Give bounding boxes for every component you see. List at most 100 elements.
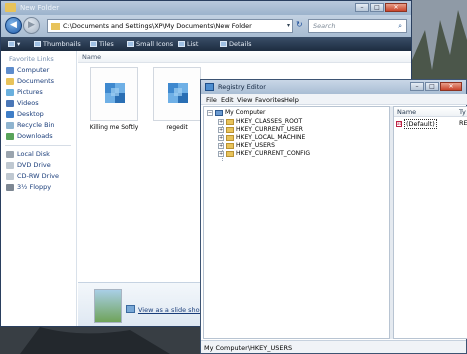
expand-icon[interactable]: + [218, 142, 224, 149]
registry-file-icon [105, 83, 125, 103]
nav-item-dvd-drive[interactable]: DVD Drive [6, 161, 51, 169]
column-header-name[interactable]: Name [397, 108, 416, 116]
forward-button[interactable]: ▶ [23, 17, 40, 34]
maximize-button[interactable]: □ [425, 82, 439, 91]
string-value-icon: ab [396, 121, 402, 127]
minimize-button[interactable]: – [355, 3, 369, 12]
nav-item-label: Downloads [17, 132, 53, 140]
command-toolbar: ▾ Thumbnails Tiles Small Icons List Deta… [1, 37, 411, 51]
maximize-button[interactable]: □ [370, 3, 384, 12]
file-item[interactable]: Killing me Softly [82, 67, 146, 137]
address-text: C:\Documents and Settings\XP\My Document… [63, 22, 252, 30]
details-icon [220, 41, 227, 47]
menu-edit[interactable]: Edit [221, 96, 234, 104]
thumbnails-button[interactable]: Thumbnails [34, 40, 81, 48]
search-input[interactable]: Search ⌕ [308, 19, 407, 33]
small-icons-label: Small Icons [136, 40, 174, 48]
small-icons-button[interactable]: Small Icons [127, 40, 173, 48]
search-icon[interactable]: ⌕ [398, 22, 402, 31]
expand-icon[interactable]: + [218, 118, 224, 125]
close-button[interactable]: ✕ [385, 3, 407, 12]
expand-icon[interactable]: + [218, 126, 224, 133]
tree-node-hkcr[interactable]: + HKEY_CLASSES_ROOT [218, 118, 302, 125]
tree-node-label: HKEY_LOCAL_MACHINE [236, 134, 306, 141]
status-path: My Computer\HKEY_USERS [204, 344, 293, 352]
expand-icon[interactable]: + [218, 150, 224, 157]
address-bar-row: ◀ ▶ C:\Documents and Settings\XP\My Docu… [1, 15, 411, 37]
tree-node-my-computer[interactable]: − My Computer [207, 109, 265, 116]
expand-icon[interactable]: + [218, 134, 224, 141]
menu-help[interactable]: Help [284, 96, 299, 104]
chevron-down-icon[interactable]: ▾ [287, 22, 290, 29]
folder-icon [226, 126, 234, 133]
slideshow-link[interactable]: View as a slide show [138, 306, 205, 314]
list-button[interactable]: List [178, 40, 198, 48]
nav-item-label: DVD Drive [17, 161, 51, 169]
close-button[interactable]: ✕ [440, 82, 462, 91]
details-label: Details [229, 40, 252, 48]
organize-icon [8, 41, 15, 47]
nav-item-label: Documents [17, 77, 55, 85]
regedit-icon [168, 83, 188, 103]
tiles-button[interactable]: Tiles [90, 40, 114, 48]
nav-divider [5, 145, 71, 146]
column-header-name[interactable]: Name [82, 53, 101, 61]
tree-node-label: HKEY_USERS [236, 142, 275, 149]
column-header-type[interactable]: Ty [459, 108, 466, 116]
navigation-pane: Favorite Links Computer Documents Pictur… [1, 51, 77, 326]
minimize-button[interactable]: – [410, 82, 424, 91]
folder-icon [5, 3, 16, 12]
values-header: Name Ty [394, 107, 467, 117]
nav-item-videos[interactable]: Videos [6, 99, 39, 107]
menu-view[interactable]: View [237, 96, 252, 104]
nav-item-computer[interactable]: Computer [6, 66, 49, 74]
videos-icon [6, 99, 14, 107]
nav-item-desktop[interactable]: Desktop [6, 110, 44, 118]
folder-icon [226, 134, 234, 141]
nav-item-cd-rw-drive[interactable]: CD-RW Drive [6, 172, 59, 180]
search-placeholder: Search [313, 22, 336, 30]
folder-icon [226, 118, 234, 125]
refresh-icon[interactable]: ↻ [296, 20, 303, 29]
menu-file[interactable]: File [206, 96, 217, 104]
tiles-label: Tiles [99, 40, 114, 48]
file-thumbnail [153, 67, 201, 121]
desktop-icon [6, 110, 14, 118]
documents-icon [6, 77, 14, 85]
tiles-icon [90, 41, 97, 47]
nav-item-local-disk[interactable]: Local Disk [6, 150, 50, 158]
status-bar: My Computer\HKEY_USERS [201, 340, 466, 353]
nav-item-documents[interactable]: Documents [6, 77, 54, 85]
tree-node-label: HKEY_CURRENT_CONFIG [236, 150, 311, 157]
small-icons-icon [127, 41, 134, 47]
tree-node-hku[interactable]: + HKEY_USERS [218, 142, 275, 149]
tree-node-hkcc[interactable]: + HKEY_CURRENT_CONFIG [218, 150, 310, 157]
explorer-titlebar[interactable]: New Folder – □ ✕ [1, 1, 411, 15]
floppy-icon [6, 183, 14, 191]
recycle-bin-icon [6, 121, 14, 129]
back-button[interactable]: ◀ [5, 17, 22, 34]
nav-item-floppy[interactable]: 3½ Floppy [6, 183, 51, 191]
organize-button[interactable]: ▾ [8, 40, 20, 48]
hard-drive-icon [6, 150, 14, 158]
tree-node-hklm[interactable]: + HKEY_LOCAL_MACHINE [218, 134, 305, 141]
registry-tree: − My Computer + HKEY_CLASSES_ROOT + HKEY… [203, 106, 390, 339]
nav-item-label: CD-RW Drive [17, 172, 59, 180]
tree-node-label: HKEY_CURRENT_USER [236, 126, 303, 133]
nav-item-pictures[interactable]: Pictures [6, 88, 43, 96]
menu-favorites[interactable]: Favorites [255, 96, 284, 104]
folder-icon [51, 23, 60, 30]
tree-node-label: My Computer [225, 109, 266, 116]
list-label: List [187, 40, 199, 48]
address-field[interactable]: C:\Documents and Settings\XP\My Document… [47, 19, 293, 33]
downloads-icon [6, 132, 14, 140]
tree-node-hkcu[interactable]: + HKEY_CURRENT_USER [218, 126, 303, 133]
folder-icon [226, 142, 234, 149]
nav-item-downloads[interactable]: Downloads [6, 132, 53, 140]
details-button[interactable]: Details [220, 40, 252, 48]
folder-icon [226, 150, 234, 157]
collapse-icon[interactable]: − [207, 109, 213, 116]
nav-item-recycle-bin[interactable]: Recycle Bin [6, 121, 54, 129]
regedit-titlebar[interactable]: Registry Editor – □ ✕ [201, 80, 466, 94]
value-row-default[interactable]: ab (Default) [396, 119, 437, 129]
